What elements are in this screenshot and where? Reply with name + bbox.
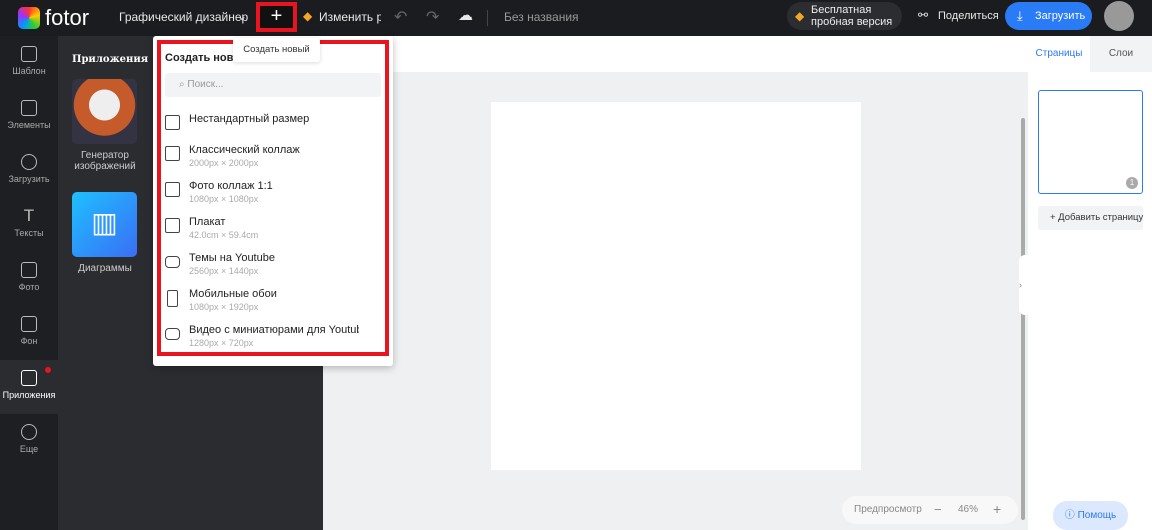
label: Фото <box>18 282 40 292</box>
template-icon <box>21 46 37 62</box>
image-generator-thumb[interactable] <box>72 79 137 144</box>
label: Шаблон <box>12 66 46 76</box>
design-page[interactable] <box>491 102 861 470</box>
trial-line1: Бесплатная <box>811 4 872 16</box>
label: Генератор <box>81 150 129 161</box>
sidebar-item-more[interactable]: Еще <box>0 414 58 468</box>
label: Еще <box>19 444 39 454</box>
zoom-in-button[interactable]: + <box>993 501 1001 517</box>
sidebar-item-text[interactable]: T Тексты <box>0 198 58 252</box>
download-label: Загрузить <box>1035 10 1086 22</box>
sidebar-item-background[interactable]: Фон <box>0 306 58 360</box>
canvas-toolbar <box>323 36 1028 72</box>
sidebar-item-photo[interactable]: Фото <box>0 252 58 306</box>
scrollbar[interactable] <box>1021 118 1025 520</box>
zoom-bar: Предпросмотр − 46% + <box>842 496 1018 524</box>
new-design-tooltip: Создать новый <box>233 38 320 62</box>
logo[interactable]: fotor <box>45 5 89 31</box>
cloud-save-icon[interactable]: ☁ <box>458 6 473 24</box>
apps-icon <box>21 370 37 386</box>
mode-select[interactable]: Графический дизайнер <box>119 10 248 24</box>
bar-chart-icon: ▥ <box>91 207 118 238</box>
sidebar-rail: Шаблон Элементы Загрузить T Тексты Фото Ф… <box>0 36 58 530</box>
zoom-out-button[interactable]: − <box>934 502 942 517</box>
label: Загрузить <box>8 174 50 184</box>
resize-button[interactable]: Изменить ра <box>319 10 381 24</box>
label: Фон <box>20 336 38 346</box>
charts-label[interactable]: Диаграммы <box>66 263 144 274</box>
help-label: Помощь <box>1077 510 1117 521</box>
label: изображений <box>74 161 136 172</box>
preview-button[interactable]: Предпросмотр <box>854 504 922 515</box>
help-button[interactable]: ⓘ Помощь <box>1053 501 1128 530</box>
avatar[interactable] <box>1104 1 1134 31</box>
fotor-logo-icon <box>18 7 40 29</box>
elements-icon <box>21 100 37 116</box>
photo-icon <box>21 262 37 278</box>
sidebar-item-apps[interactable]: Приложения <box>0 360 58 414</box>
sidebar-item-elements[interactable]: Элементы <box>0 90 58 144</box>
download-icon: ⤓ <box>1017 8 1023 23</box>
share-button[interactable]: Поделиться <box>938 10 999 22</box>
help-icon: ⓘ <box>1064 510 1078 521</box>
download-button[interactable]: ⤓ Загрузить <box>1005 2 1092 30</box>
tab-pages[interactable]: Страницы <box>1028 36 1090 72</box>
share-icon: ⚯ <box>918 8 929 22</box>
trial-button[interactable]: ◆ Бесплатная пробная версия <box>787 2 902 30</box>
text-icon: T <box>23 206 35 225</box>
add-page-button[interactable]: + Добавить страницу <box>1038 206 1143 230</box>
document-title[interactable]: Без названия <box>504 10 579 24</box>
divider <box>487 10 488 26</box>
label: Элементы <box>7 120 51 130</box>
sidebar-item-template[interactable]: Шаблон <box>0 36 58 90</box>
charts-thumb[interactable]: ▥ <box>72 192 137 257</box>
panel-title: Приложения <box>72 54 149 65</box>
page-number-badge: 1 <box>1126 177 1138 189</box>
label: Приложения <box>2 390 56 400</box>
tab-layers[interactable]: Слои <box>1090 36 1152 72</box>
label: Тексты <box>14 228 44 238</box>
chevron-down-icon[interactable]: ⌄ <box>237 9 247 23</box>
redo-icon[interactable]: ↷ <box>426 7 439 27</box>
diamond-icon: ◆ <box>303 9 313 23</box>
upload-icon <box>21 154 37 170</box>
top-bar: fotor Графический дизайнер ⌄ + ◆ Изменит… <box>0 0 1152 36</box>
new-design-button[interactable]: + <box>256 2 297 32</box>
diamond-icon: ◆ <box>795 9 805 23</box>
image-generator-label[interactable]: Генератор изображений <box>66 150 144 172</box>
background-icon <box>21 316 37 332</box>
undo-icon[interactable]: ↶ <box>394 7 407 27</box>
zoom-value[interactable]: 46% <box>958 504 978 515</box>
more-icon <box>21 424 37 440</box>
sidebar-item-upload[interactable]: Загрузить <box>0 144 58 198</box>
notification-dot <box>45 367 51 373</box>
right-panel: Страницы Слои 1 + Добавить страницу ⓘ По… <box>1028 36 1152 530</box>
highlight-box <box>157 40 389 356</box>
trial-line2: пробная версия <box>811 16 893 28</box>
page-thumbnail[interactable]: 1 <box>1038 90 1143 194</box>
